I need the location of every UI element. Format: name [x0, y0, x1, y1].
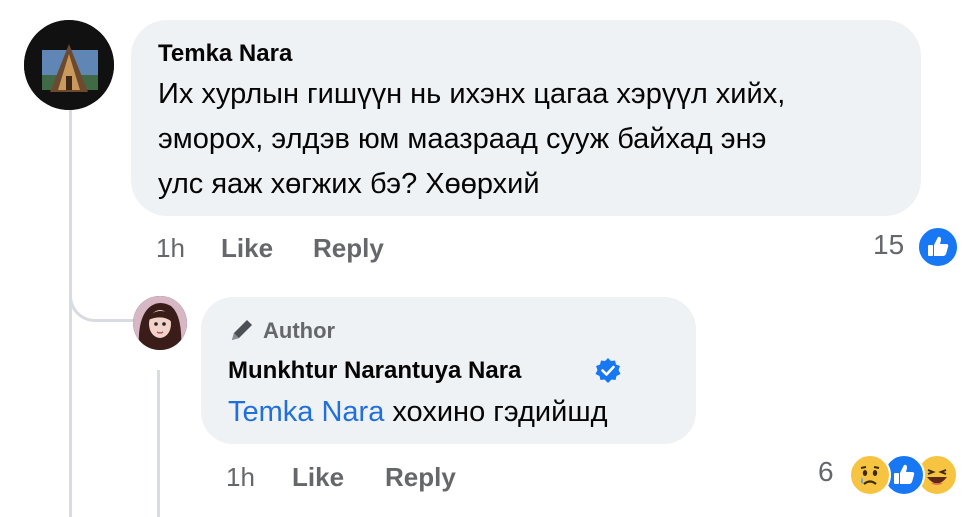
reply-reaction-count[interactable]: 6 — [818, 456, 834, 488]
reply-thread-line — [157, 370, 160, 517]
reply-avatar-image — [133, 296, 187, 350]
comment-author-name[interactable]: Temka Nara — [158, 40, 292, 68]
thread-line — [69, 108, 72, 517]
reply-timestamp[interactable]: 1h — [226, 462, 255, 493]
comment-timestamp[interactable]: 1h — [156, 233, 185, 264]
pencil-icon — [228, 316, 256, 349]
reply-author-name[interactable]: Munkhtur Narantuya Nara — [228, 357, 521, 385]
reply-like-button[interactable]: Like — [292, 462, 344, 493]
thread-branch — [69, 270, 133, 322]
verified-badge-icon — [594, 357, 622, 390]
comment-text-line-3: улс яаж хөгжих бэ? Хөөрхий — [158, 168, 540, 200]
reaction-count[interactable]: 15 — [873, 229, 904, 261]
comment-text-line-1: Их хурлын гишүүн нь ихэнх цагаа хэрүүл х… — [158, 78, 786, 110]
avatar-image — [24, 20, 114, 110]
comment-text-line-2: эморох, элдэв юм маазраад сууж байхад эн… — [158, 123, 767, 155]
avatar[interactable] — [24, 20, 114, 110]
reply-avatar[interactable] — [133, 296, 187, 350]
sad-reaction-icon[interactable] — [849, 454, 891, 496]
like-reaction-icon[interactable] — [917, 226, 959, 268]
reply-button[interactable]: Reply — [313, 233, 384, 264]
reply-reply-button[interactable]: Reply — [385, 462, 456, 493]
author-badge: Author — [263, 318, 336, 343]
reply-text-body: хохино гэдийшд — [384, 396, 608, 428]
like-button[interactable]: Like — [221, 233, 273, 264]
mention-link[interactable]: Temka Nara — [228, 396, 384, 428]
reply-text: Temka Nara хохино гэдийшд — [228, 390, 608, 435]
